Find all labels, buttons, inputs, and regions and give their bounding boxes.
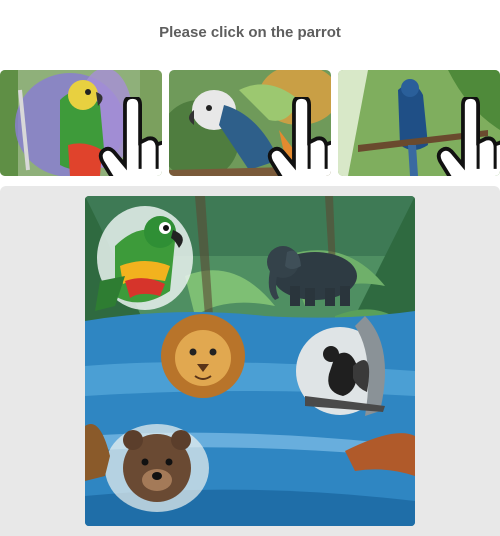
challenge-image[interactable]: [85, 196, 415, 526]
pointer-hand-icon: [267, 97, 331, 176]
pointer-hand-icon: [436, 97, 500, 176]
pointer-hand-icon: [98, 97, 162, 176]
captcha-prompt: Please click on the parrot: [159, 24, 341, 41]
challenge-panel: [0, 186, 500, 536]
example-image-1: [0, 70, 162, 176]
example-image-2: [169, 70, 331, 176]
example-image-3: [338, 70, 500, 176]
example-images: [0, 70, 500, 176]
jungle-scene-illustration[interactable]: [85, 196, 415, 526]
bear-figure[interactable]: [105, 424, 209, 512]
lion-figure[interactable]: [161, 314, 245, 398]
